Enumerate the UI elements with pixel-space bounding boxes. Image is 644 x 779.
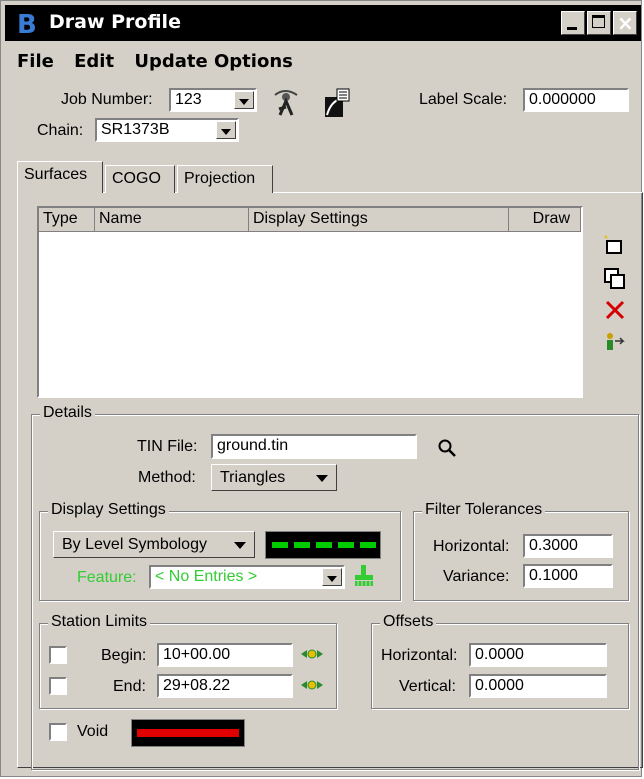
end-station-input[interactable]: 29+08.22 bbox=[157, 674, 293, 698]
delete-icon[interactable] bbox=[604, 299, 626, 321]
offset-horizontal-value: 0.0000 bbox=[475, 646, 524, 663]
feature-combo[interactable]: < No Entries > bbox=[149, 565, 345, 589]
offset-horizontal-input[interactable]: 0.0000 bbox=[469, 643, 607, 667]
details-title: Details bbox=[40, 404, 95, 422]
void-style-swatch[interactable] bbox=[131, 719, 245, 747]
job-number-value: 123 bbox=[175, 91, 202, 108]
end-label: End: bbox=[113, 678, 146, 695]
draw-profile-window: B Draw Profile × File Edit Update Option… bbox=[0, 0, 643, 777]
copy-surface-icon[interactable] bbox=[603, 267, 627, 291]
method-label: Method: bbox=[138, 469, 196, 486]
chevron-down-icon bbox=[234, 542, 246, 549]
locate-person-icon[interactable] bbox=[269, 87, 303, 119]
begin-label: Begin: bbox=[101, 647, 147, 664]
begin-station-value: 10+00.00 bbox=[163, 646, 231, 663]
filter-horizontal-input[interactable]: 0.3000 bbox=[523, 534, 613, 558]
label-scale-label: Label Scale: bbox=[419, 91, 508, 108]
method-dropdown[interactable]: Triangles bbox=[211, 464, 337, 491]
display-settings-title: Display Settings bbox=[48, 501, 169, 519]
end-checkbox[interactable] bbox=[49, 677, 67, 695]
close-icon: × bbox=[617, 11, 634, 35]
chevron-down-icon bbox=[316, 475, 328, 482]
void-label: Void bbox=[77, 723, 109, 740]
menu-bar: File Edit Update Options bbox=[17, 51, 307, 72]
chain-value: SR1373B bbox=[101, 121, 170, 138]
method-value: Triangles bbox=[220, 469, 286, 486]
chain-label: Chain: bbox=[37, 122, 84, 139]
maximize-button[interactable] bbox=[587, 11, 611, 35]
symbology-value: By Level Symbology bbox=[62, 536, 207, 553]
chevron-down-icon[interactable] bbox=[234, 91, 254, 109]
chevron-down-icon[interactable] bbox=[216, 121, 236, 139]
locate-end-icon[interactable] bbox=[299, 676, 325, 694]
variance-label: Variance: bbox=[443, 568, 510, 585]
feature-brush-icon[interactable] bbox=[351, 563, 377, 589]
tab-projection[interactable]: Projection bbox=[177, 165, 273, 193]
menu-file[interactable]: File bbox=[17, 51, 54, 72]
tab-cogo[interactable]: COGO bbox=[105, 165, 175, 193]
offsets-title: Offsets bbox=[380, 613, 437, 631]
close-button[interactable]: × bbox=[613, 11, 637, 35]
void-checkbox[interactable] bbox=[49, 723, 67, 741]
variance-value: 0.1000 bbox=[529, 567, 578, 584]
tab-surfaces[interactable]: Surfaces bbox=[17, 161, 103, 193]
station-limits-title: Station Limits bbox=[48, 613, 151, 631]
title-bar[interactable]: B Draw Profile × bbox=[5, 5, 641, 41]
feature-label: Feature: bbox=[77, 569, 137, 586]
offset-vertical-value: 0.0000 bbox=[475, 677, 524, 694]
label-scale-value: 0.000000 bbox=[529, 91, 596, 108]
column-header-name[interactable]: Name bbox=[95, 208, 249, 232]
column-header-type[interactable]: Type bbox=[39, 208, 95, 232]
svg-text:B: B bbox=[17, 10, 37, 37]
surface-properties-icon[interactable] bbox=[602, 331, 628, 355]
column-header-draw[interactable]: Draw bbox=[509, 208, 581, 232]
feature-value: < No Entries > bbox=[155, 568, 258, 585]
app-logo-icon: B bbox=[17, 10, 37, 37]
search-icon[interactable] bbox=[437, 438, 459, 460]
tin-file-input[interactable]: ground.tin bbox=[211, 434, 417, 459]
surfaces-list[interactable]: Type Name Display Settings Draw bbox=[37, 206, 583, 398]
menu-update-options[interactable]: Update Options bbox=[134, 51, 292, 72]
tin-file-value: ground.tin bbox=[217, 437, 289, 454]
job-number-combo[interactable]: 123 bbox=[169, 88, 257, 112]
begin-station-input[interactable]: 10+00.00 bbox=[157, 643, 293, 667]
offset-vertical-label: Vertical: bbox=[399, 678, 456, 695]
window-title: Draw Profile bbox=[49, 11, 181, 33]
variance-input[interactable]: 0.1000 bbox=[523, 564, 613, 588]
export-profile-icon[interactable] bbox=[321, 87, 353, 119]
chain-combo[interactable]: SR1373B bbox=[95, 118, 239, 142]
symbology-dropdown[interactable]: By Level Symbology bbox=[53, 531, 255, 558]
locate-begin-icon[interactable] bbox=[299, 645, 325, 663]
filter-horizontal-label: Horizontal: bbox=[433, 538, 510, 555]
label-scale-input[interactable]: 0.000000 bbox=[523, 88, 629, 112]
job-number-label: Job Number: bbox=[61, 91, 153, 108]
chevron-down-icon[interactable] bbox=[322, 568, 342, 586]
line-style-swatch[interactable] bbox=[265, 531, 381, 559]
offset-vertical-input[interactable]: 0.0000 bbox=[469, 674, 607, 698]
filter-horizontal-value: 0.3000 bbox=[529, 537, 578, 554]
new-surface-icon[interactable] bbox=[601, 233, 625, 255]
filter-tolerances-title: Filter Tolerances bbox=[422, 501, 546, 519]
offset-horizontal-label: Horizontal: bbox=[381, 647, 458, 664]
end-station-value: 29+08.22 bbox=[163, 677, 231, 694]
tin-file-label: TIN File: bbox=[137, 438, 198, 455]
begin-checkbox[interactable] bbox=[49, 646, 67, 664]
menu-edit[interactable]: Edit bbox=[74, 51, 114, 72]
column-header-display-settings[interactable]: Display Settings bbox=[249, 208, 509, 232]
minimize-button[interactable] bbox=[561, 11, 585, 35]
